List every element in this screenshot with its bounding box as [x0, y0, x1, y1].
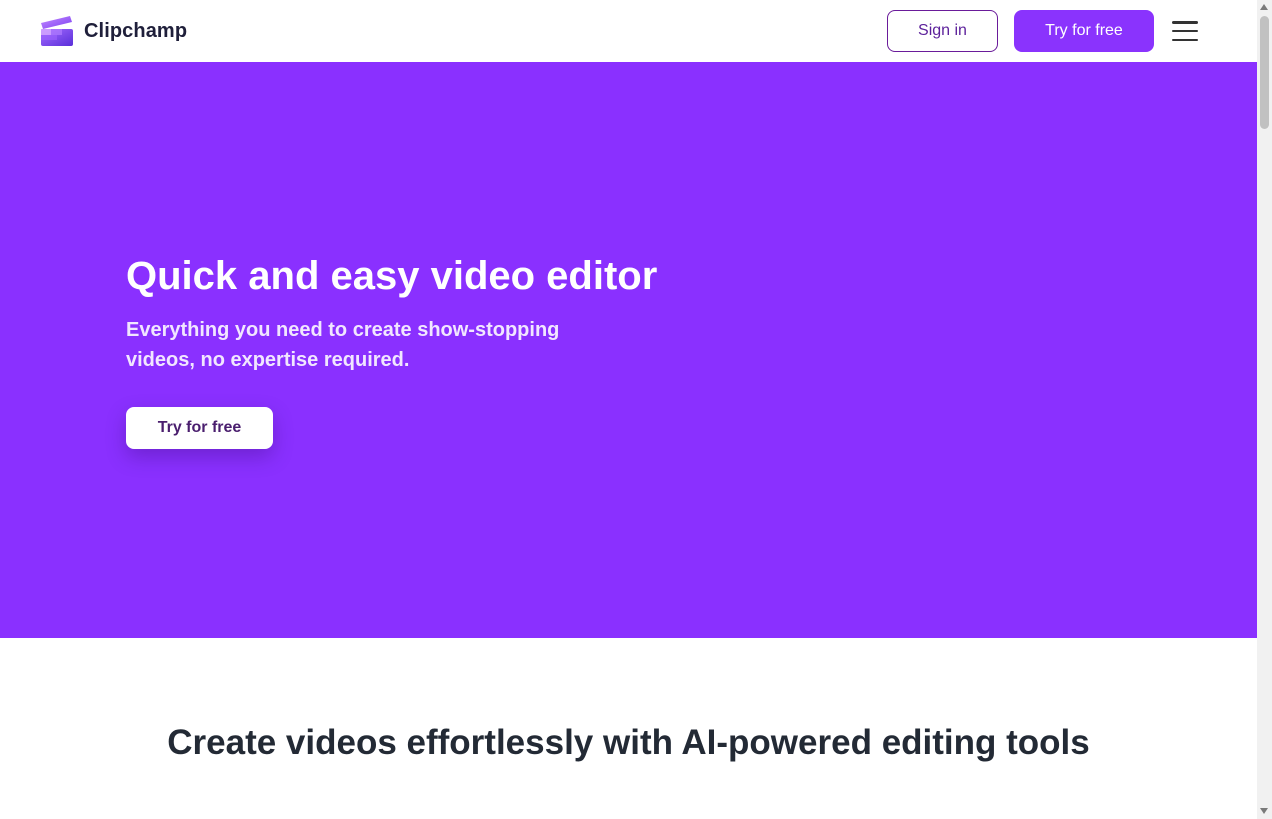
vertical-scrollbar[interactable]	[1257, 0, 1272, 819]
hero-title: Quick and easy video editor	[126, 254, 658, 298]
site-header: Clipchamp Sign in Try for free	[0, 0, 1257, 62]
brand-name: Clipchamp	[84, 19, 188, 42]
scroll-up-arrow-icon[interactable]	[1260, 4, 1268, 10]
hero-subtitle: Everything you need to create show-stopp…	[126, 319, 560, 371]
features-section-title: Create videos effortlessly with AI-power…	[167, 723, 1090, 762]
sign-in-button[interactable]: Sign in	[887, 10, 998, 52]
menu-line	[1172, 29, 1198, 33]
hamburger-menu-icon[interactable]	[1170, 19, 1200, 43]
brand-logo-link[interactable]: Clipchamp	[40, 15, 187, 47]
browser-viewport: Clipchamp Sign in Try for free Quick and…	[0, 0, 1272, 819]
clapperboard-logo-icon	[41, 16, 73, 46]
scroll-down-arrow-icon[interactable]	[1260, 808, 1268, 814]
page: Clipchamp Sign in Try for free Quick and…	[0, 0, 1257, 819]
menu-line	[1172, 21, 1198, 24]
scrollbar-thumb[interactable]	[1260, 16, 1269, 129]
try-for-free-hero-button[interactable]: Try for free	[126, 407, 273, 449]
hero-section: Quick and easy video editor Everything y…	[0, 62, 1257, 638]
menu-line	[1172, 38, 1198, 41]
try-for-free-header-button[interactable]: Try for free	[1014, 10, 1154, 52]
